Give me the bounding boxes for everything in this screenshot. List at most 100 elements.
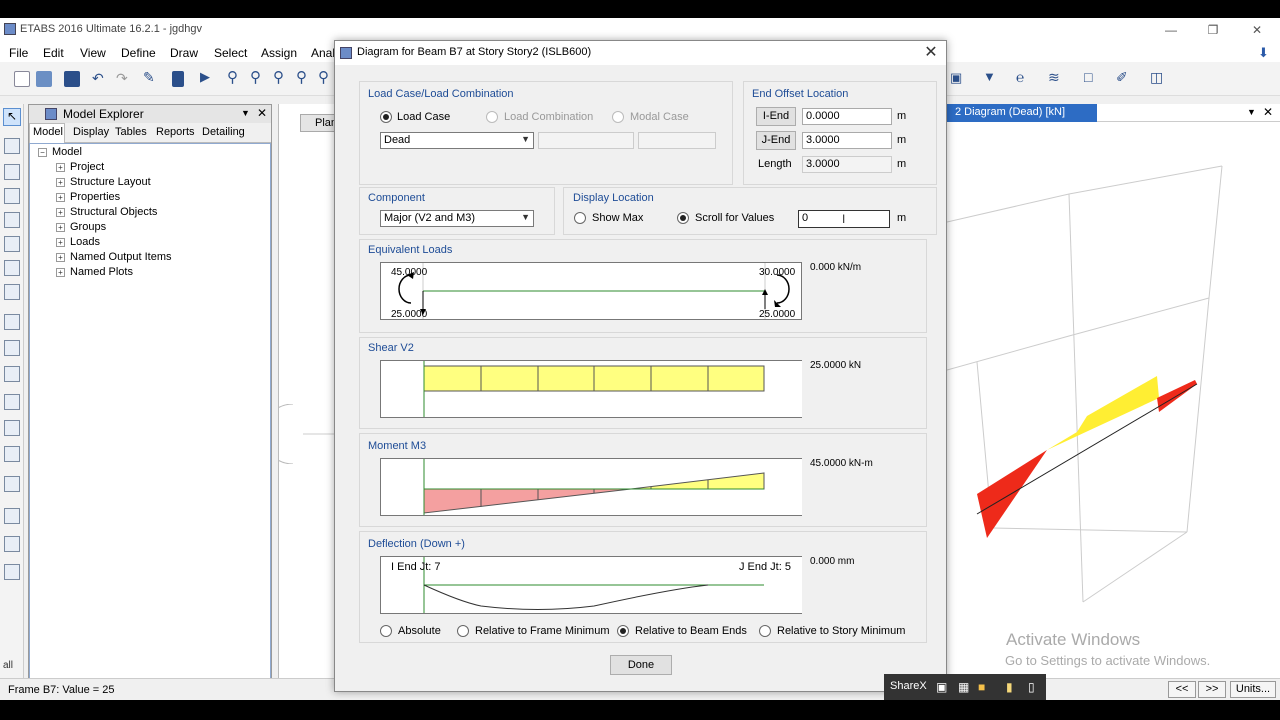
view-dropdown-icon[interactable]: ▼ (1247, 107, 1256, 117)
3d-view[interactable]: 2 Diagram (Dead) [kN] ▼ ✕ (947, 104, 1280, 694)
draw-pier-icon[interactable] (4, 420, 20, 436)
tree-node-structural-objects[interactable]: Structural Objects (70, 206, 157, 218)
tab-reports[interactable]: Reports (156, 126, 195, 138)
layout-icon[interactable]: ◫ (1150, 69, 1163, 86)
menu-view[interactable]: View (80, 46, 106, 60)
menu-define[interactable]: Define (121, 46, 156, 60)
menu-analyze[interactable]: Anal (311, 46, 335, 60)
brush-icon[interactable]: ✐ (1116, 69, 1128, 86)
tab-model[interactable]: Model (33, 126, 63, 138)
tree-expand-icon[interactable]: + (56, 238, 65, 247)
clipboard-icon[interactable]: ▯ (1028, 680, 1035, 694)
draw-column-icon[interactable] (4, 212, 20, 228)
done-button[interactable]: Done (610, 655, 672, 675)
j-end-button[interactable]: J-End (756, 131, 796, 150)
tab-display[interactable]: Display (73, 126, 109, 138)
menu-draw[interactable]: Draw (170, 46, 198, 60)
radio-load-combination[interactable] (486, 111, 498, 123)
draw-wall-stack-icon[interactable] (4, 394, 20, 410)
view-close-icon[interactable]: ✕ (1263, 105, 1273, 119)
plan-view[interactable] (278, 104, 339, 694)
folder-icon[interactable]: ▮ (1006, 680, 1013, 694)
prev-button[interactable]: << (1168, 681, 1196, 698)
i-end-input[interactable]: 0.0000 (802, 108, 892, 125)
minimize-icon[interactable]: — (1156, 21, 1186, 39)
undo-icon[interactable]: ↶ (92, 70, 104, 87)
radio-modal-case[interactable] (612, 111, 624, 123)
reshape-icon[interactable] (4, 138, 20, 154)
restore-icon[interactable]: ❐ (1198, 21, 1228, 39)
tree-node-project[interactable]: Project (70, 161, 104, 173)
redo-icon[interactable]: ↷ (116, 70, 128, 87)
tree-expand-icon[interactable]: + (56, 253, 65, 262)
draw-spring-icon[interactable] (4, 564, 20, 580)
zoom-window-icon[interactable]: ⚲ (227, 68, 238, 86)
explorer-close-icon[interactable]: ✕ (257, 106, 267, 120)
zoom-restore-icon[interactable]: ⚲ (250, 68, 261, 86)
screenshot-icon[interactable]: ▣ (936, 680, 947, 694)
tree-node-named-plots[interactable]: Named Plots (70, 266, 133, 278)
tree-root-model[interactable]: Model (52, 146, 82, 158)
draw-brace-x-icon[interactable] (4, 284, 20, 300)
filter-icon[interactable]: ▼ (983, 69, 996, 84)
load-case-select[interactable]: Dead ▼ (380, 132, 534, 149)
draw-beam-icon[interactable] (4, 236, 20, 252)
tab-3d-diagram[interactable]: 2 Diagram (Dead) [kN] (947, 104, 1097, 122)
i-end-button[interactable]: I-End (756, 107, 796, 126)
tab-detailing[interactable]: Detailing (202, 126, 245, 138)
next-button[interactable]: >> (1198, 681, 1226, 698)
draw-brace-icon[interactable] (4, 188, 20, 204)
zoom-out-icon[interactable]: ⚲ (296, 68, 307, 86)
tree-expand-icon[interactable]: + (56, 193, 65, 202)
menu-assign[interactable]: Assign (261, 46, 297, 60)
new-model-icon[interactable] (14, 71, 30, 87)
draw-spandrel-icon[interactable] (4, 446, 20, 462)
radio-relative-story-min[interactable] (759, 625, 771, 637)
draw-line-icon[interactable] (4, 164, 20, 180)
select-all-icon[interactable]: all (3, 660, 13, 671)
component-select[interactable]: Major (V2 and M3) ▼ (380, 210, 534, 227)
draw-dimension-icon[interactable] (4, 536, 20, 552)
dialog-close-icon[interactable]: ✕ (921, 43, 941, 63)
draw-floor-icon[interactable] (4, 314, 20, 330)
tree-node-loads[interactable]: Loads (70, 236, 100, 248)
radio-relative-frame-min[interactable] (457, 625, 469, 637)
tree-node-properties[interactable]: Properties (70, 191, 120, 203)
frame-display-icon[interactable]: ▣ (950, 70, 962, 86)
pointer-icon[interactable]: ↖ (3, 108, 21, 126)
draw-grid-icon[interactable] (4, 508, 20, 524)
menu-select[interactable]: Select (214, 46, 247, 60)
menu-file[interactable]: File (9, 46, 28, 60)
zoom-in-icon[interactable]: ⚲ (273, 68, 284, 86)
pattern-icon[interactable]: ≋ (1048, 69, 1060, 86)
lock-icon[interactable] (172, 71, 184, 87)
tree-expand-icon[interactable]: + (56, 268, 65, 277)
tree-expand-icon[interactable]: + (56, 178, 65, 187)
draw-wall-icon[interactable] (4, 260, 20, 276)
region-icon[interactable]: ▦ (958, 680, 969, 694)
tree-expand-icon[interactable]: + (56, 208, 65, 217)
tree-node-named-output[interactable]: Named Output Items (70, 251, 172, 263)
tree-expand-icon[interactable]: + (56, 163, 65, 172)
radio-show-max[interactable] (574, 212, 586, 224)
j-end-input[interactable]: 3.0000 (802, 132, 892, 149)
shell-icon[interactable]: □ (1084, 69, 1092, 85)
close-icon[interactable]: ✕ (1242, 21, 1272, 39)
tree-collapse-icon[interactable]: − (38, 148, 47, 157)
pencil-icon[interactable]: ✎ (143, 69, 155, 86)
menu-edit[interactable]: Edit (43, 46, 64, 60)
save-icon[interactable] (64, 71, 80, 87)
tree-node-groups[interactable]: Groups (70, 221, 106, 233)
download-icon[interactable]: ⬇ (1258, 45, 1269, 61)
draw-opening-icon[interactable] (4, 366, 20, 382)
section-icon[interactable]: ℮ (1016, 69, 1024, 85)
draw-area-icon[interactable] (4, 340, 20, 356)
draw-link-icon[interactable] (4, 476, 20, 492)
open-icon[interactable] (36, 71, 52, 87)
run-icon[interactable]: ▶ (200, 69, 210, 85)
zoom-icon[interactable]: ⚲ (318, 68, 329, 86)
radio-absolute[interactable] (380, 625, 392, 637)
units-button[interactable]: Units... (1230, 681, 1276, 698)
tree-expand-icon[interactable]: + (56, 223, 65, 232)
tree-node-structure-layout[interactable]: Structure Layout (70, 176, 151, 188)
